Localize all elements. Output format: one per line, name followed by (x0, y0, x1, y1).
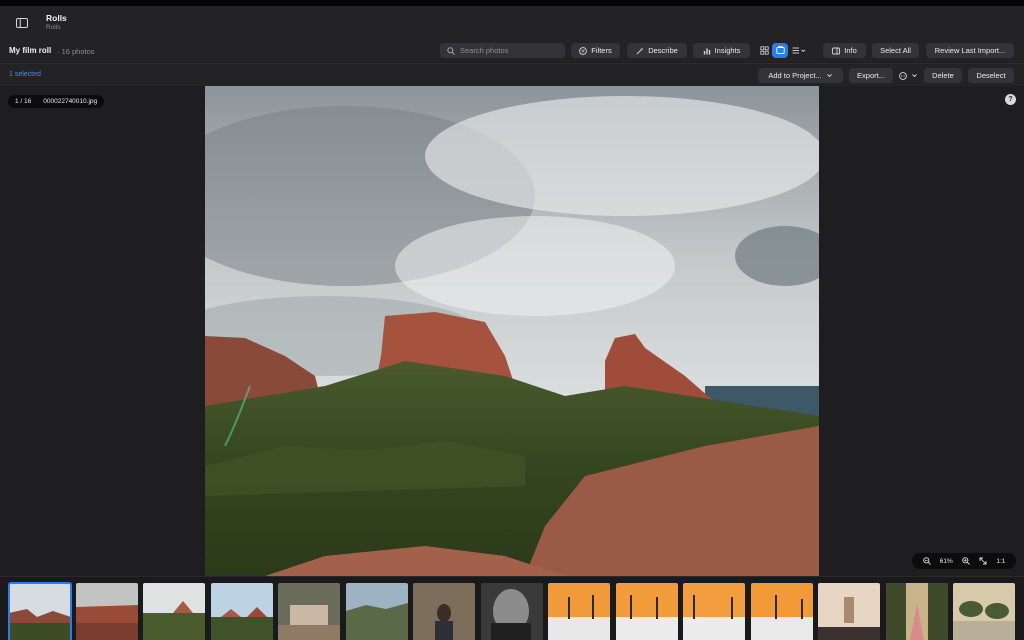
roll-name: My film roll (9, 46, 52, 55)
delete-label: Delete (932, 71, 954, 80)
zoom-level: 61% (939, 557, 953, 565)
add-to-project-button[interactable]: Add to Project... (758, 68, 843, 83)
toggle-sidebar-button[interactable] (11, 14, 33, 32)
export-label: Export... (857, 71, 885, 80)
thumbnail-6[interactable] (346, 583, 408, 640)
photo-count: · 16 photos (57, 46, 95, 56)
filter-icon (579, 46, 588, 55)
describe-button[interactable]: Describe (627, 43, 687, 58)
toolbar: My film roll · 16 photos Filters Describ… (0, 40, 1024, 62)
thumbnail-7[interactable] (413, 583, 475, 640)
deselect-label: Deselect (976, 71, 1006, 80)
filters-label: Filters (591, 46, 612, 55)
review-last-import-button[interactable]: Review Last Import... (926, 43, 1014, 58)
grid-icon (759, 46, 769, 55)
thumbnail-image (548, 583, 610, 640)
thumbnail-image (886, 583, 948, 640)
sort-menu-button[interactable] (788, 43, 810, 58)
select-all-label: Select All (880, 46, 911, 55)
selection-bar: 1 selected Add to Project... Export... D… (0, 63, 1024, 86)
ellipsis-circle-icon (898, 71, 907, 80)
thumbnail-image (953, 583, 1015, 640)
zoom-controls: 61% 1:1 (912, 553, 1016, 569)
thumbnail-image (278, 583, 340, 640)
thumbnail-image (143, 583, 205, 640)
actual-size-button[interactable]: 1:1 (996, 558, 1005, 565)
more-options-button[interactable] (897, 68, 919, 83)
select-all-button[interactable]: Select All (872, 43, 919, 58)
main-photo[interactable] (205, 86, 819, 576)
export-button[interactable]: Export... (849, 68, 893, 83)
view-mode-segment (756, 43, 810, 58)
thumbnail-image (481, 583, 543, 640)
chevron-down-icon (826, 74, 832, 78)
thumbnail-image (211, 583, 273, 640)
thumbnail-5[interactable] (278, 583, 340, 640)
delete-button[interactable]: Delete (924, 68, 962, 83)
zoom-out-icon[interactable] (922, 557, 931, 565)
window-subtitle: Rolls (46, 24, 61, 31)
window-title: Rolls (46, 13, 67, 23)
thumbnail-13[interactable] (818, 583, 880, 640)
photo-counter-pill: 1 / 16 000022740010.jpg (8, 95, 105, 108)
info-panel-icon (832, 47, 841, 54)
search-input[interactable] (460, 46, 560, 55)
review-last-import-label: Review Last Import... (934, 46, 1006, 55)
single-photo-icon (775, 46, 785, 54)
thumbnail-3[interactable] (143, 583, 205, 640)
grid-view-button[interactable] (756, 43, 772, 58)
thumbnail-11[interactable] (683, 583, 745, 640)
bar-chart-icon (703, 48, 710, 54)
thumbnail-image (683, 583, 745, 640)
thumbnail-image (751, 583, 813, 640)
add-to-project-label: Add to Project... (768, 71, 822, 80)
info-label: Info (844, 46, 857, 55)
title-bar: Rolls Rolls (0, 6, 1024, 40)
photo-viewer: 1 / 16 000022740010.jpg ? 61% 1:1 (0, 86, 1024, 576)
photo-filename: 000022740010.jpg (43, 98, 98, 105)
thumbnail-2[interactable] (76, 583, 138, 640)
help-button[interactable]: ? (1005, 94, 1016, 105)
magic-wand-icon (636, 47, 644, 54)
thumbnail-9[interactable] (548, 583, 610, 640)
zoom-in-icon[interactable] (962, 557, 970, 565)
search-icon (447, 46, 455, 55)
sidebar-icon (16, 18, 28, 28)
thumbnail-1[interactable] (8, 582, 72, 640)
thumbnail-15[interactable] (953, 583, 1015, 640)
chevron-down-icon (911, 74, 917, 78)
insights-label: Insights (714, 46, 741, 55)
thumbnail-image (818, 583, 880, 640)
thumbnail-image (76, 583, 138, 640)
thumbnail-8[interactable] (481, 583, 543, 640)
desert-landscape-image (205, 86, 819, 576)
thumbnail-image (346, 583, 408, 640)
list-icon (792, 47, 806, 54)
insights-button[interactable]: Insights (693, 43, 750, 58)
thumbnail-12[interactable] (751, 583, 813, 640)
thumbnail-image (616, 583, 678, 640)
selected-count: 1 selected (9, 71, 41, 78)
thumbnail-4[interactable] (211, 583, 273, 640)
fit-to-screen-icon[interactable] (979, 557, 987, 565)
thumbnail-image (9, 583, 71, 640)
thumbnail-14[interactable] (886, 583, 948, 640)
filters-button[interactable]: Filters (571, 43, 620, 58)
photo-position: 1 / 16 (15, 98, 32, 105)
single-view-button[interactable] (772, 43, 788, 58)
search-box[interactable] (440, 43, 565, 58)
thumbnail-image (413, 583, 475, 640)
deselect-button[interactable]: Deselect (968, 68, 1014, 83)
info-button[interactable]: Info (823, 43, 866, 58)
filmstrip (0, 576, 1024, 640)
thumbnail-10[interactable] (616, 583, 678, 640)
describe-label: Describe (648, 46, 678, 55)
